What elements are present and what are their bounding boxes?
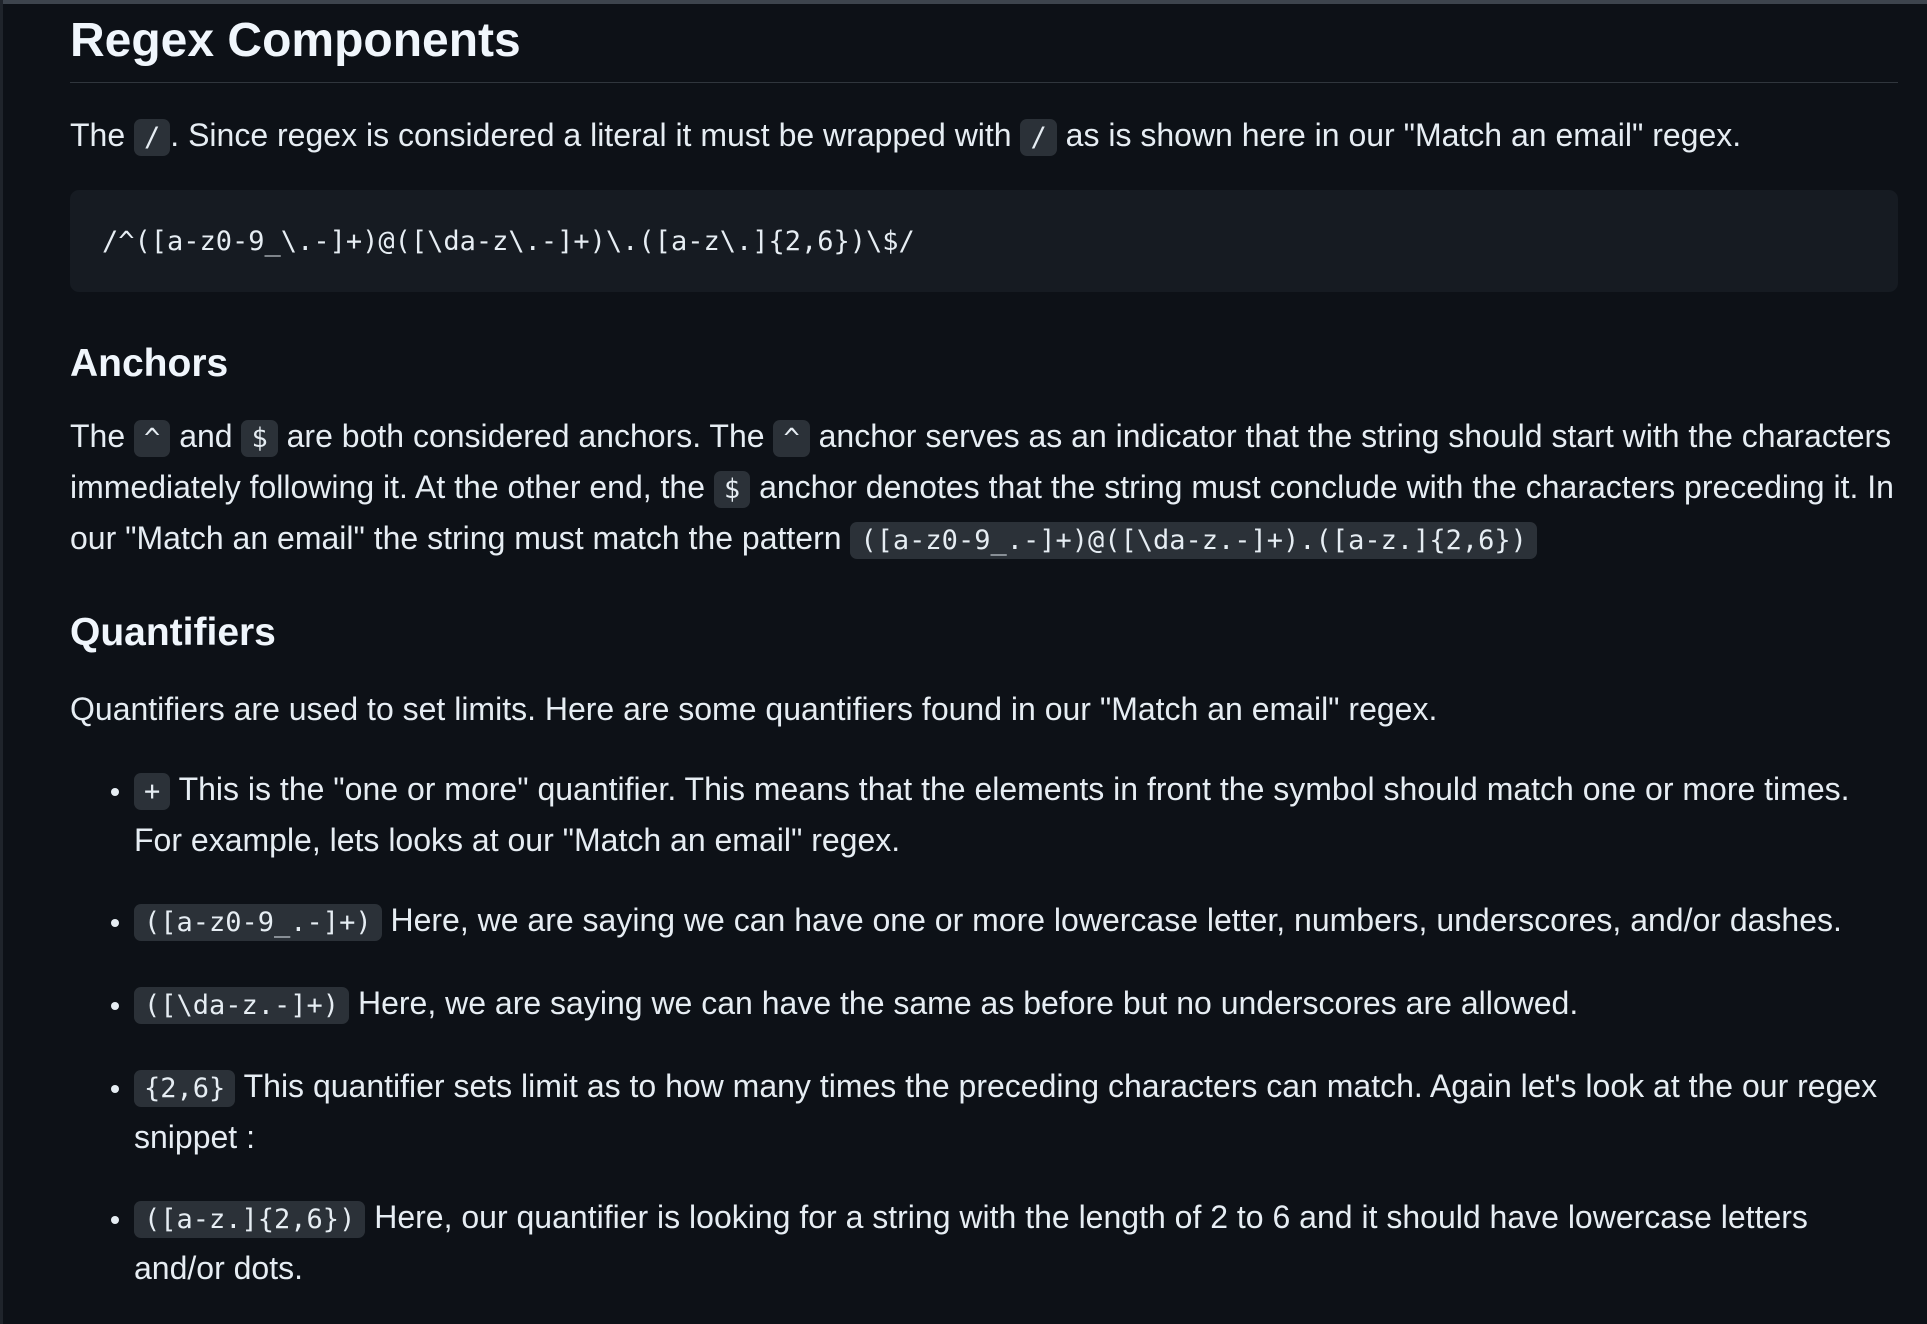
inline-code: {2,6} <box>134 1070 236 1107</box>
list-item: ([a-z.]{2,6}) Here, our quantifier is lo… <box>134 1193 1898 1292</box>
quantifier-list: + This is the "one or more" quantifier. … <box>70 765 1898 1292</box>
text: Here, we are saying we can have one or m… <box>381 902 1842 938</box>
quantifiers-intro: Quantifiers are used to set limits. Here… <box>70 691 1438 727</box>
text: This quantifier sets limit as to how man… <box>134 1068 1878 1155</box>
intro-paragraph: The /. Since regex is considered a liter… <box>70 111 1898 162</box>
inline-code: ^ <box>773 420 810 457</box>
anchors-paragraph: The ^ and $ are both considered anchors.… <box>70 412 1898 565</box>
list-item: + This is the "one or more" quantifier. … <box>134 765 1898 864</box>
section-heading-quantifiers: Quantifiers <box>70 611 276 654</box>
inline-code: ^ <box>134 420 171 457</box>
section-heading-regex-components: Regex Components <box>70 0 1898 83</box>
section-heading-anchors: Anchors <box>70 342 229 385</box>
text: Here, we are saying we can have the same… <box>349 985 1579 1021</box>
inline-code: / <box>134 119 171 156</box>
window-left-border <box>0 0 3 1324</box>
list-item: {2,6} This quantifier sets limit as to h… <box>134 1062 1898 1161</box>
text: as is shown here in our "Match an email"… <box>1056 117 1742 153</box>
inline-code: ([a-z0-9_.-]+) <box>134 904 382 941</box>
text: The <box>70 117 135 153</box>
text: This is the "one or more" quantifier. Th… <box>134 771 1850 858</box>
text: Here, our quantifier is looking for a st… <box>134 1199 1808 1286</box>
list-item: ([a-z0-9_.-]+) Here, we are saying we ca… <box>134 896 1898 947</box>
inline-code: $ <box>713 471 751 508</box>
text: are both considered anchors. The <box>277 418 774 454</box>
inline-code: ([\da-z.-]+) <box>134 987 350 1024</box>
inline-code: ([a-z.]{2,6}) <box>134 1201 366 1238</box>
text: and <box>170 418 242 454</box>
list-item: ([\da-z.-]+) Here, we are saying we can … <box>134 979 1898 1030</box>
inline-code: + <box>134 773 171 810</box>
readme-article: Regex Components The /. Since regex is c… <box>70 0 1898 1324</box>
inline-code: / <box>1020 119 1057 156</box>
inline-code: $ <box>241 420 278 457</box>
regex-code-block[interactable]: /^([a-z0-9_\.-]+)@([\da-z\.-]+)\.([a-z\.… <box>70 190 1898 292</box>
text: . Since regex is considered a literal it… <box>170 117 1021 153</box>
text: The <box>70 418 135 454</box>
inline-code: ([a-z0-9_.-]+)@([\da-z.-]+).([a-z.]{2,6}… <box>850 522 1537 559</box>
